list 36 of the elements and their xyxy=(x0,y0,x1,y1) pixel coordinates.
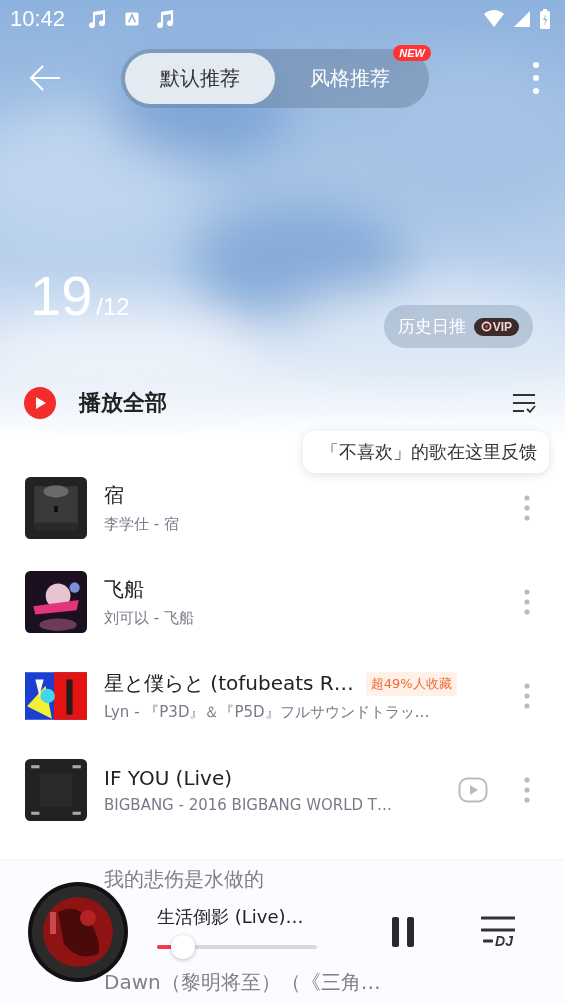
video-play-icon[interactable] xyxy=(458,777,488,803)
more-icon[interactable] xyxy=(524,495,530,521)
tooltip: 「不喜欢」的歌在这里反馈 xyxy=(303,431,549,473)
song-title: Dawn（黎明将至）（《三角… xyxy=(104,969,381,996)
progress-track[interactable] xyxy=(157,935,317,959)
now-playing-title[interactable]: 生活倒影 (Live)… xyxy=(157,905,317,929)
multi-select-icon[interactable] xyxy=(511,391,537,415)
popularity-tag: 超49%人收藏 xyxy=(365,671,457,696)
logo-icon xyxy=(480,321,492,332)
back-arrow-icon[interactable] xyxy=(28,63,62,93)
song-title: 我的悲伤是水做的 xyxy=(104,866,265,893)
date-day: 19 xyxy=(30,263,93,328)
battery-icon xyxy=(539,8,551,30)
song-subtitle: Lyn - 『P3D』＆『P5D』フルサウンドトラッ… xyxy=(104,703,431,722)
song-subtitle: 刘可以 - 飞船 xyxy=(104,609,195,628)
more-icon[interactable] xyxy=(524,589,530,615)
app-notification-icon xyxy=(123,10,142,28)
history-button[interactable]: 历史日推 VIP xyxy=(383,305,533,348)
song-title[interactable]: 宿 xyxy=(104,482,124,509)
song-title[interactable]: 飞船 xyxy=(104,576,144,603)
progress-thumb[interactable] xyxy=(170,935,195,959)
play-circle-icon[interactable] xyxy=(24,387,56,419)
dash-icon xyxy=(483,939,494,943)
more-icon[interactable] xyxy=(524,777,530,803)
pause-icon[interactable] xyxy=(391,916,415,948)
song-title[interactable]: IF YOU (Live) xyxy=(104,766,233,790)
play-all-label[interactable]: 播放全部 xyxy=(79,388,167,418)
playlist-icon xyxy=(481,915,515,935)
song-subtitle: 李学仕 - 宿 xyxy=(104,515,180,534)
status-time: 10:42 xyxy=(10,6,66,32)
playlist-button[interactable]: DJ xyxy=(481,915,515,949)
song-subtitle: BIGBANG - 2016 BIGBANG WORLD T… xyxy=(104,796,394,814)
more-icon[interactable] xyxy=(532,61,540,95)
song-title[interactable]: 星と僕らと (tofubeats R… xyxy=(104,670,354,697)
more-icon[interactable] xyxy=(524,683,530,709)
tab[interactable]: 默认推荐 xyxy=(125,52,275,104)
